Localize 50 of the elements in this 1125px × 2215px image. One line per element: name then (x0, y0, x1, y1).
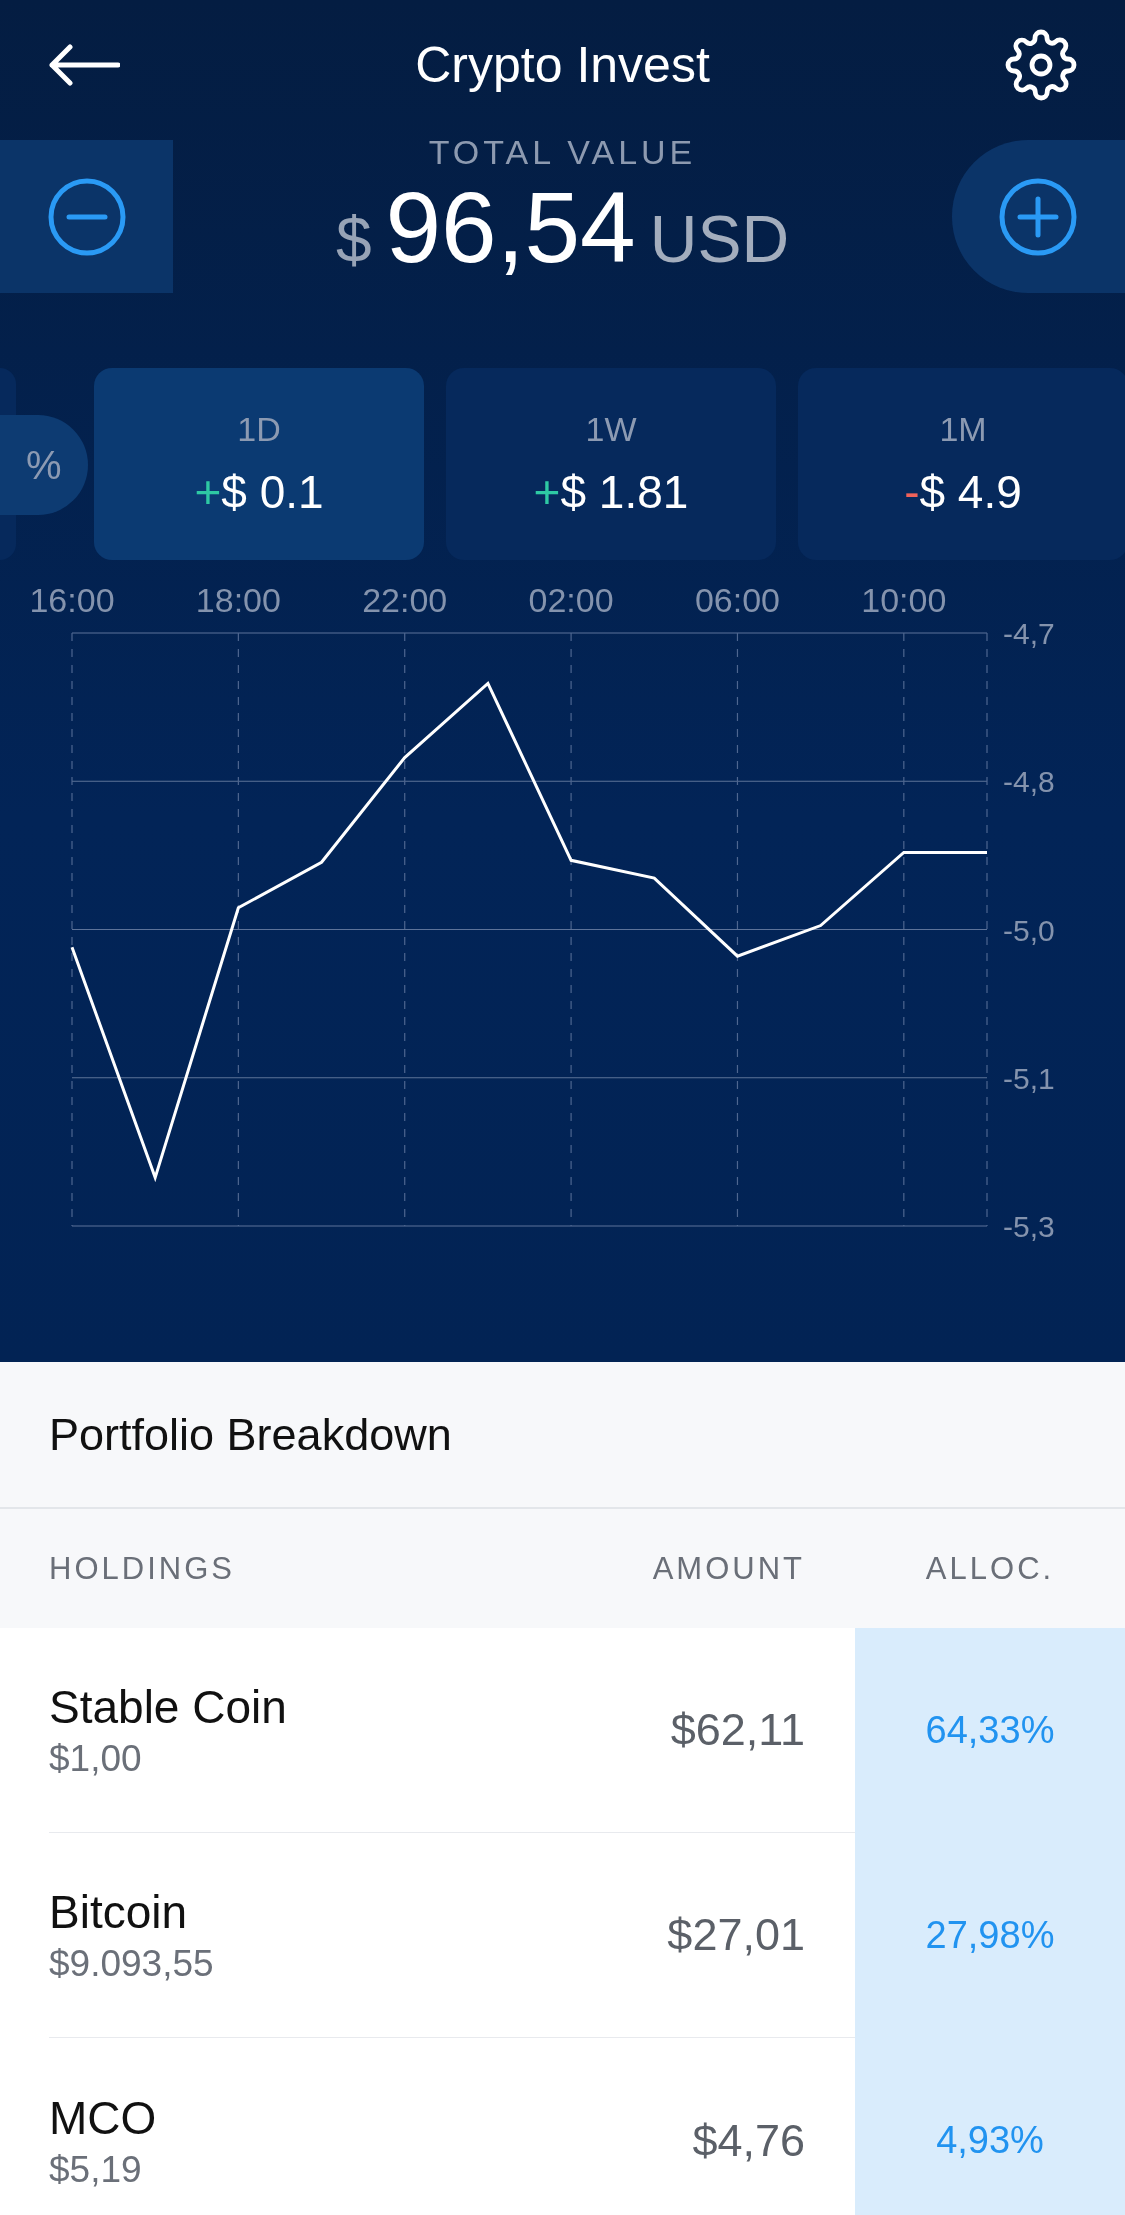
increase-button[interactable] (952, 140, 1125, 293)
period-tab[interactable]: 1W +$ 1.81 (446, 368, 776, 560)
x-axis-label: 22:00 (362, 581, 448, 619)
plus-icon (998, 176, 1079, 257)
settings-button[interactable] (1005, 29, 1077, 101)
x-axis-label: 06:00 (694, 581, 780, 619)
minus-icon (46, 176, 127, 257)
currency-code: USD (649, 201, 790, 277)
currency-symbol: $ (335, 203, 372, 277)
allocation-percent: 4,93% (936, 2119, 1044, 2162)
x-axis-label: 16:00 (29, 581, 115, 619)
y-axis-label: -4,7 (1003, 617, 1055, 650)
settings-icon (1005, 29, 1077, 101)
asset-price: $5,19 (49, 2148, 143, 2191)
holding-amount: $62,11 (670, 1704, 805, 1756)
asset-name: Stable Coin (49, 1680, 288, 1734)
column-header: AMOUNT (652, 1550, 805, 1587)
back-button[interactable] (48, 44, 120, 86)
y-axis-label: -5,0 (1003, 913, 1055, 947)
y-axis-label: -5,1 (1003, 1061, 1055, 1095)
back-arrow-icon (48, 44, 120, 86)
period-tab[interactable]: 1M -$ 4.9 (798, 368, 1125, 560)
y-axis-label: -4,8 (1003, 765, 1055, 799)
asset-name: Bitcoin (49, 1885, 189, 1939)
x-axis-label: 18:00 (195, 581, 281, 619)
asset-name: MCO (49, 2090, 158, 2145)
y-axis-label: -5,3 (1003, 1210, 1055, 1243)
period-label: 1D (237, 409, 281, 449)
column-header: ALLOC. (925, 1550, 1055, 1587)
total-value-label: TOTAL VALUE (428, 134, 697, 170)
allocation-percent: 27,98% (925, 1914, 1055, 1957)
asset-price: $9.093,55 (49, 1943, 215, 1985)
percent-toggle[interactable]: % (0, 415, 88, 515)
period-change: -$ 4.9 (904, 464, 1022, 519)
decrease-button[interactable] (0, 140, 173, 293)
allocation-percent: 64,33% (925, 1709, 1055, 1752)
asset-price: $1,00 (49, 1738, 143, 1780)
x-axis-label: 10:00 (861, 581, 947, 619)
period-tab[interactable]: 1D +$ 0.1 (94, 368, 424, 560)
period-change: +$ 0.1 (194, 464, 324, 519)
holding-amount: $27,01 (667, 1909, 805, 1961)
column-header: HOLDINGS (49, 1550, 235, 1587)
section-title: Portfolio Breakdown (49, 1408, 452, 1461)
period-label: 1M (939, 409, 987, 449)
screen-title: Crypto Invest (415, 36, 710, 94)
x-axis-label: 02:00 (528, 581, 614, 619)
period-change: +$ 1.81 (533, 464, 689, 519)
period-label: 1W (585, 409, 637, 449)
total-amount: 96,54 (385, 170, 636, 285)
holding-amount: $4,76 (692, 2114, 805, 2167)
